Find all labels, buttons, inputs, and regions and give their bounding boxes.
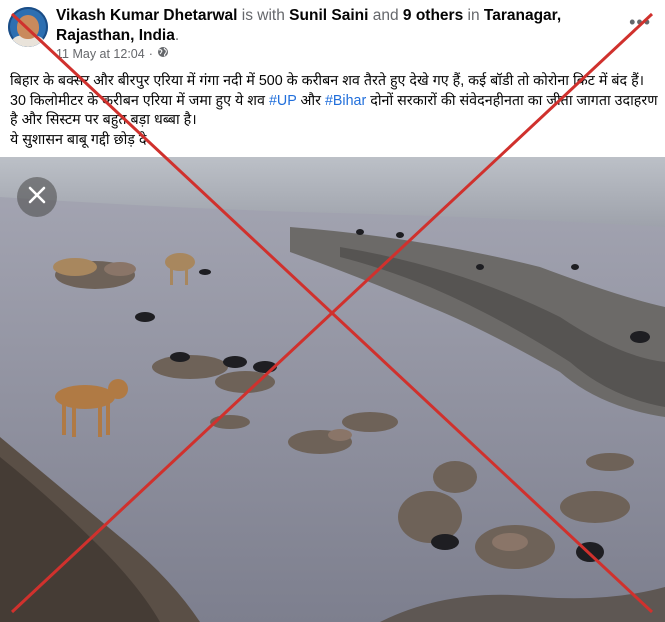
globe-icon	[157, 46, 169, 61]
post-header: Vikash Kumar Dhetarwal is with Sunil Sai…	[0, 0, 665, 66]
post-caption: बिहार के बक्सर और बीरपुर एरिया में गंगा …	[10, 73, 658, 148]
hashtag-bihar[interactable]: #Bihar	[325, 93, 366, 109]
post-meta: 11 May at 12:04 ·	[56, 46, 169, 61]
facebook-post: Vikash Kumar Dhetarwal is with Sunil Sai…	[0, 0, 665, 622]
avatar[interactable]	[8, 7, 48, 47]
post-photo[interactable]	[0, 157, 665, 622]
author-name[interactable]: Vikash Kumar Dhetarwal	[56, 7, 237, 24]
meta-separator: ·	[148, 46, 153, 61]
close-icon	[28, 186, 46, 209]
more-options-button[interactable]: •••	[629, 12, 651, 33]
post-author-line: Vikash Kumar Dhetarwal is with Sunil Sai…	[56, 7, 562, 44]
hashtag-up[interactable]: #UP	[269, 93, 297, 109]
tagged-user[interactable]: Sunil Saini	[289, 7, 368, 24]
close-button[interactable]	[17, 177, 57, 217]
river-scene	[0, 157, 665, 622]
tagged-others[interactable]: 9 others	[403, 7, 463, 24]
timestamp[interactable]: 11 May at 12:04	[56, 47, 145, 61]
